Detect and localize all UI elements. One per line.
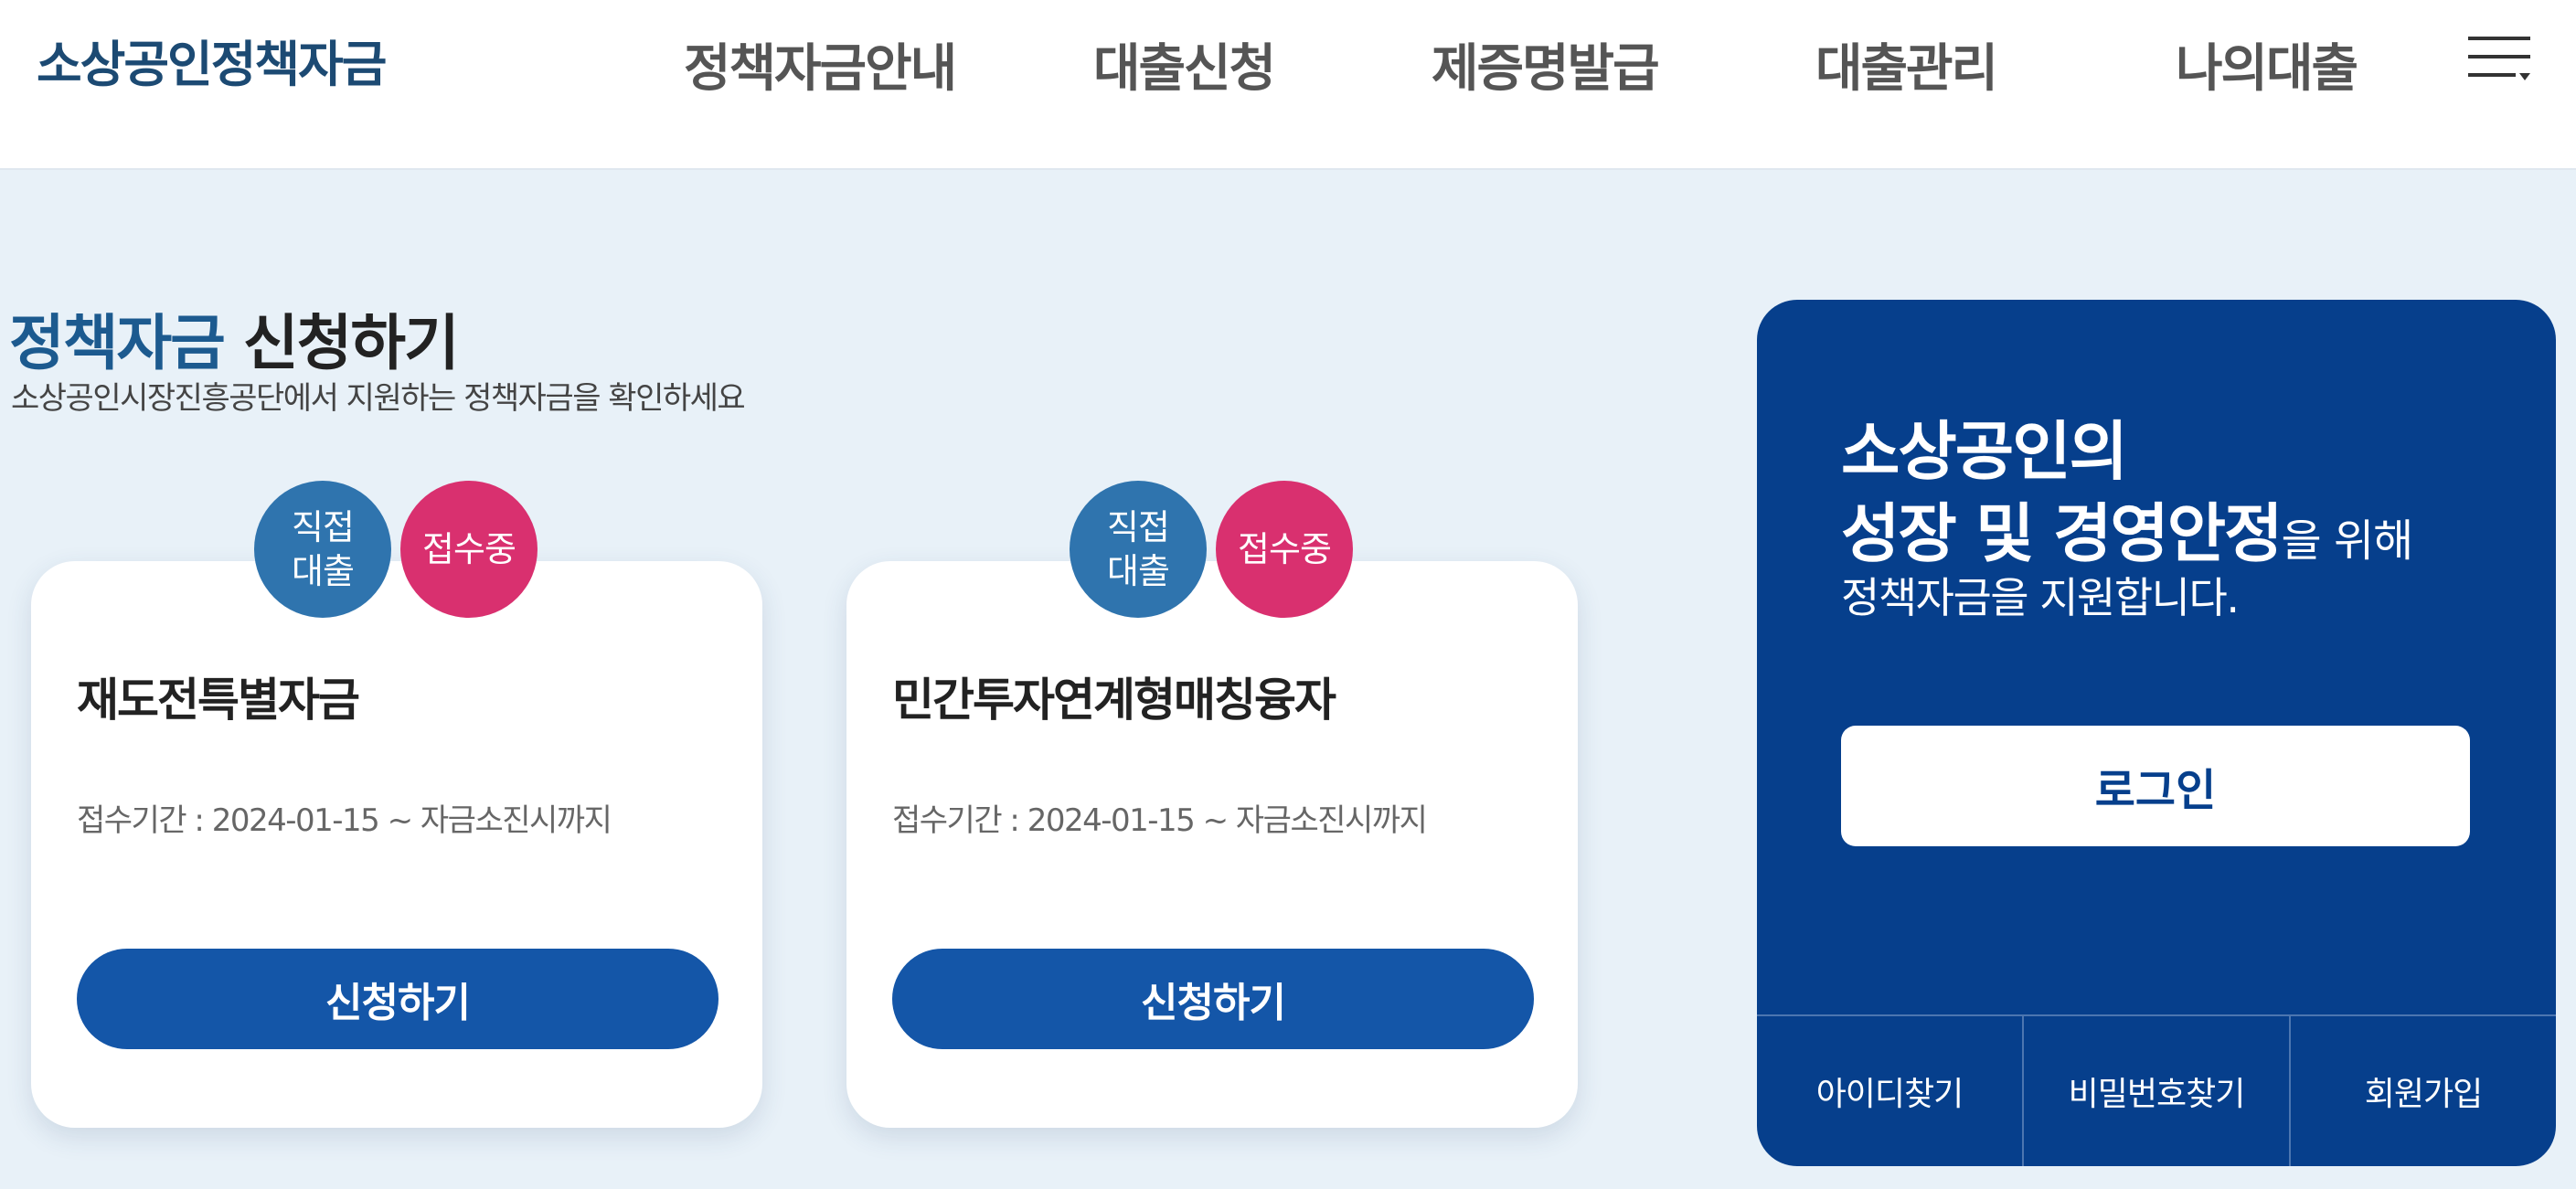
apply-button[interactable]: 신청하기 (892, 949, 1534, 1049)
site-logo[interactable]: 소상공인정책자금 (37, 24, 387, 96)
section-title-accent: 정책자금 (9, 308, 226, 378)
section-subtitle: 소상공인시장진흥공단에서 지원하는 정책자금을 확인하세요 (11, 380, 746, 417)
fund-card-period: 접수기간 : 2024-01-15 ~ 자금소진시까지 (892, 802, 1428, 839)
accepting-status-badge: 접수중 (1216, 481, 1353, 618)
fund-card-title: 재도전특별자금 (77, 674, 360, 727)
nav-loan-application[interactable]: 대출신청 (1093, 27, 1276, 101)
site-header: 소상공인정책자금 정책자금안내 대출신청 제증명발급 대출관리 나의대출 (0, 0, 2576, 170)
direct-loan-badge: 직접 대출 (254, 481, 391, 618)
accepting-status-badge: 접수중 (400, 481, 538, 618)
find-id-link[interactable]: 아이디찾기 (1757, 1016, 2024, 1166)
panel-headline-bold: 성장 및 경영안정 (1841, 496, 2283, 571)
hamburger-menu-icon[interactable] (2468, 33, 2532, 84)
panel-footer-links: 아이디찾기 비밀번호찾기 회원가입 (1757, 1014, 2556, 1166)
panel-headline-line1: 소상공인의 (1841, 414, 2128, 489)
nav-certificate-issuance[interactable]: 제증명발급 (1432, 27, 1660, 101)
direct-loan-badge: 직접 대출 (1070, 481, 1207, 618)
login-button[interactable]: 로그인 (1841, 726, 2470, 846)
login-panel: 소상공인의 성장 및 경영안정을 위해 정책자금을 지원합니다. 로그인 아이디… (1757, 300, 2556, 1166)
find-password-link[interactable]: 비밀번호찾기 (2024, 1016, 2291, 1166)
apply-button[interactable]: 신청하기 (77, 949, 719, 1049)
fund-card: 민간투자연계형매칭융자 접수기간 : 2024-01-15 ~ 자금소진시까지 … (846, 561, 1578, 1128)
panel-headline-line3: 정책자금을 지원합니다. (1841, 573, 2240, 622)
panel-headline-line2: 성장 및 경영안정을 위해 (1841, 483, 2414, 575)
section-title: 정책자금 신청하기 (9, 294, 460, 382)
section-title-rest: 신청하기 (242, 308, 460, 378)
nav-loan-management[interactable]: 대출관리 (1815, 27, 1998, 101)
nav-policy-fund-guide[interactable]: 정책자금안내 (684, 27, 957, 101)
nav-my-loans[interactable]: 나의대출 (2176, 27, 2358, 101)
fund-card-period: 접수기간 : 2024-01-15 ~ 자금소진시까지 (77, 802, 612, 839)
fund-card: 재도전특별자금 접수기간 : 2024-01-15 ~ 자금소진시까지 신청하기 (31, 561, 762, 1128)
panel-headline-small: 을 위해 (2281, 515, 2414, 567)
fund-card-title: 민간투자연계형매칭융자 (892, 674, 1336, 727)
sign-up-link[interactable]: 회원가입 (2291, 1016, 2556, 1166)
